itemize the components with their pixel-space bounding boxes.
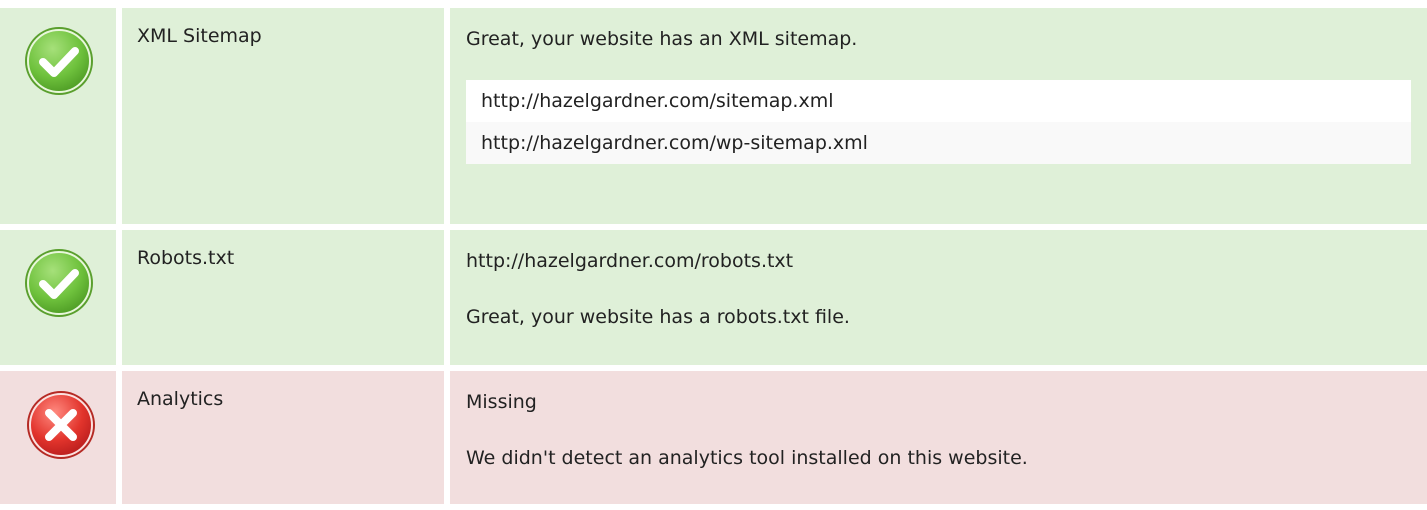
status-cell: [0, 8, 116, 224]
check-name: Robots.txt: [122, 230, 444, 365]
seo-audit-table: XML Sitemap Great, your website has an X…: [0, 8, 1427, 510]
status-cell: [0, 230, 116, 365]
check-details: Missing We didn't detect an analytics to…: [450, 371, 1427, 504]
audit-row-xml-sitemap: XML Sitemap Great, your website has an X…: [0, 8, 1427, 224]
status-cell: [0, 371, 116, 504]
check-circle-icon: [23, 247, 95, 319]
sitemap-url-item: http://hazelgardner.com/sitemap.xml: [466, 80, 1411, 122]
sitemap-url-item: http://hazelgardner.com/wp-sitemap.xml: [466, 122, 1411, 164]
audit-row-analytics: Analytics Missing We didn't detect an an…: [0, 371, 1427, 504]
check-circle-icon: [23, 25, 95, 97]
sitemap-url-list: http://hazelgardner.com/sitemap.xml http…: [466, 80, 1411, 164]
check-message: We didn't detect an analytics tool insta…: [466, 447, 1028, 469]
check-message: Great, your website has a robots.txt fil…: [466, 306, 850, 328]
robots-url: http://hazelgardner.com/robots.txt: [466, 250, 794, 272]
error-circle-icon: [25, 389, 97, 461]
check-message: Great, your website has an XML sitemap.: [466, 28, 858, 50]
check-name: XML Sitemap: [122, 8, 444, 224]
check-details: http://hazelgardner.com/robots.txt Great…: [450, 230, 1427, 365]
check-name: Analytics: [122, 371, 444, 504]
check-value: Missing: [466, 391, 537, 413]
check-details: Great, your website has an XML sitemap. …: [450, 8, 1427, 224]
audit-row-robots-txt: Robots.txt http://hazelgardner.com/robot…: [0, 230, 1427, 365]
